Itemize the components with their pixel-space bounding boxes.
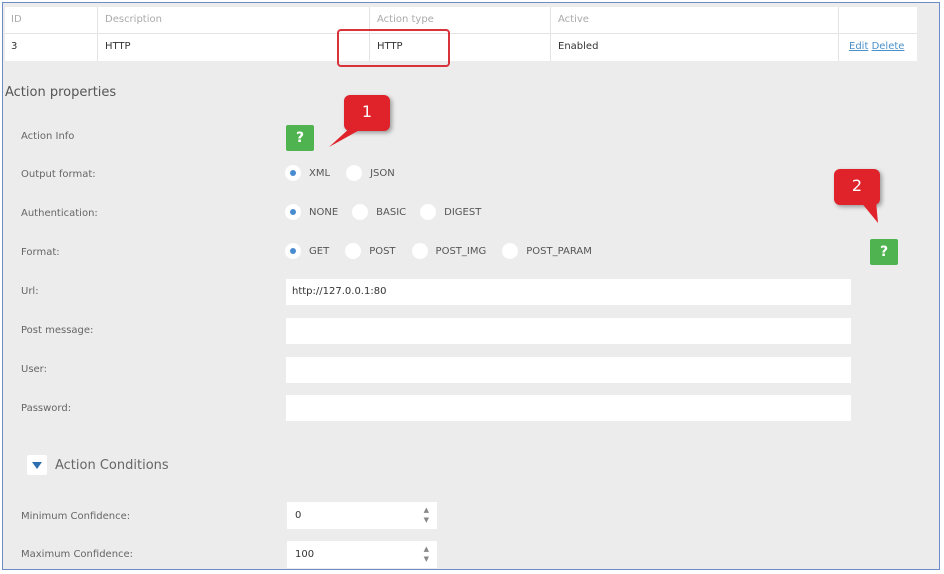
output-format-label: Output format: <box>21 169 96 180</box>
format-label: Format: <box>21 247 60 258</box>
action-info-help-button[interactable]: ? <box>286 125 314 151</box>
row-description: HTTP <box>105 41 131 52</box>
header-active: Active <box>558 14 589 25</box>
max-confidence-label: Maximum Confidence: <box>21 549 134 560</box>
url-label: Url: <box>21 286 39 297</box>
max-confidence-value: 100 <box>295 549 315 560</box>
column-divider <box>838 7 839 61</box>
radio-checked-icon <box>285 243 301 259</box>
action-conditions-toggle[interactable]: Action Conditions <box>27 455 169 475</box>
radio-unchecked-icon <box>420 204 437 220</box>
radio-label: GET <box>309 245 330 257</box>
radio-get[interactable]: GET <box>285 243 329 259</box>
radio-label: NONE <box>309 206 339 218</box>
callout-pointer-icon <box>860 201 878 223</box>
radio-label: BASIC <box>376 206 407 218</box>
radio-basic[interactable]: BASIC <box>352 204 406 220</box>
section-title: Action properties <box>5 85 117 100</box>
radio-checked-icon <box>285 204 301 220</box>
user-input[interactable] <box>286 357 851 383</box>
format-group: GET POST POST_IMG POST_PARAM <box>285 243 602 259</box>
radio-checked-icon <box>285 165 301 181</box>
radio-xml[interactable]: XML <box>285 165 330 181</box>
header-description: Description <box>105 14 162 25</box>
authentication-label: Authentication: <box>21 208 98 219</box>
radio-label: POST_IMG <box>435 245 487 257</box>
password-label: Password: <box>21 403 72 414</box>
radio-digest[interactable]: DIGEST <box>420 204 481 220</box>
radio-label: XML <box>309 167 331 179</box>
action-type-highlight-box <box>337 29 450 67</box>
spinner-arrows-icon[interactable]: ▲ ▼ <box>424 544 429 564</box>
row-id: 3 <box>11 41 18 52</box>
action-info-label: Action Info <box>21 131 75 142</box>
table-header: ID Description Action type Active <box>5 7 917 34</box>
radio-json[interactable]: JSON <box>346 165 395 181</box>
output-format-group: XML JSON <box>285 165 405 181</box>
user-label: User: <box>21 364 47 375</box>
delete-link[interactable]: Delete <box>872 41 905 52</box>
radio-unchecked-icon <box>346 165 363 181</box>
min-confidence-stepper[interactable]: 0 ▲ ▼ <box>287 502 437 529</box>
spinner-arrows-icon[interactable]: ▲ ▼ <box>424 505 429 525</box>
authentication-group: NONE BASIC DIGEST <box>285 204 491 220</box>
callout-badge-2: 2 <box>834 169 880 205</box>
radio-post-img[interactable]: POST_IMG <box>411 243 487 259</box>
column-divider <box>550 7 551 61</box>
min-confidence-label: Minimum Confidence: <box>21 511 131 522</box>
radio-label: POST_PARAM <box>526 245 592 257</box>
column-divider <box>97 7 98 61</box>
actions-table: ID Description Action type Active 3 HTTP… <box>5 7 917 61</box>
radio-none[interactable]: NONE <box>285 204 338 220</box>
radio-unchecked-icon <box>411 243 428 259</box>
chevron-down-icon <box>27 455 47 475</box>
radio-unchecked-icon <box>352 204 369 220</box>
radio-post-param[interactable]: POST_PARAM <box>502 243 592 259</box>
max-confidence-stepper[interactable]: 100 ▲ ▼ <box>287 541 437 568</box>
edit-link[interactable]: Edit <box>849 41 868 52</box>
min-confidence-value: 0 <box>295 510 302 521</box>
radio-label: POST <box>369 245 396 257</box>
action-conditions-title: Action Conditions <box>55 457 169 473</box>
screenshot-frame: ID Description Action type Active 3 HTTP… <box>2 2 940 570</box>
post-message-label: Post message: <box>21 325 94 336</box>
header-id: ID <box>11 14 22 25</box>
password-input[interactable] <box>286 395 851 421</box>
radio-unchecked-icon <box>345 243 362 259</box>
row-active: Enabled <box>558 41 599 52</box>
url-input[interactable]: http://127.0.0.1:80 <box>286 279 851 305</box>
radio-label: JSON <box>370 167 395 179</box>
table-row[interactable]: 3 HTTP HTTP Enabled Edit Delete <box>5 34 917 60</box>
radio-label: DIGEST <box>444 206 482 218</box>
format-help-button[interactable]: ? <box>870 239 898 265</box>
post-message-input[interactable] <box>286 318 851 344</box>
callout-pointer-icon <box>329 127 365 147</box>
callout-badge-1: 1 <box>344 95 390 131</box>
radio-unchecked-icon <box>502 243 519 259</box>
radio-post[interactable]: POST <box>345 243 396 259</box>
